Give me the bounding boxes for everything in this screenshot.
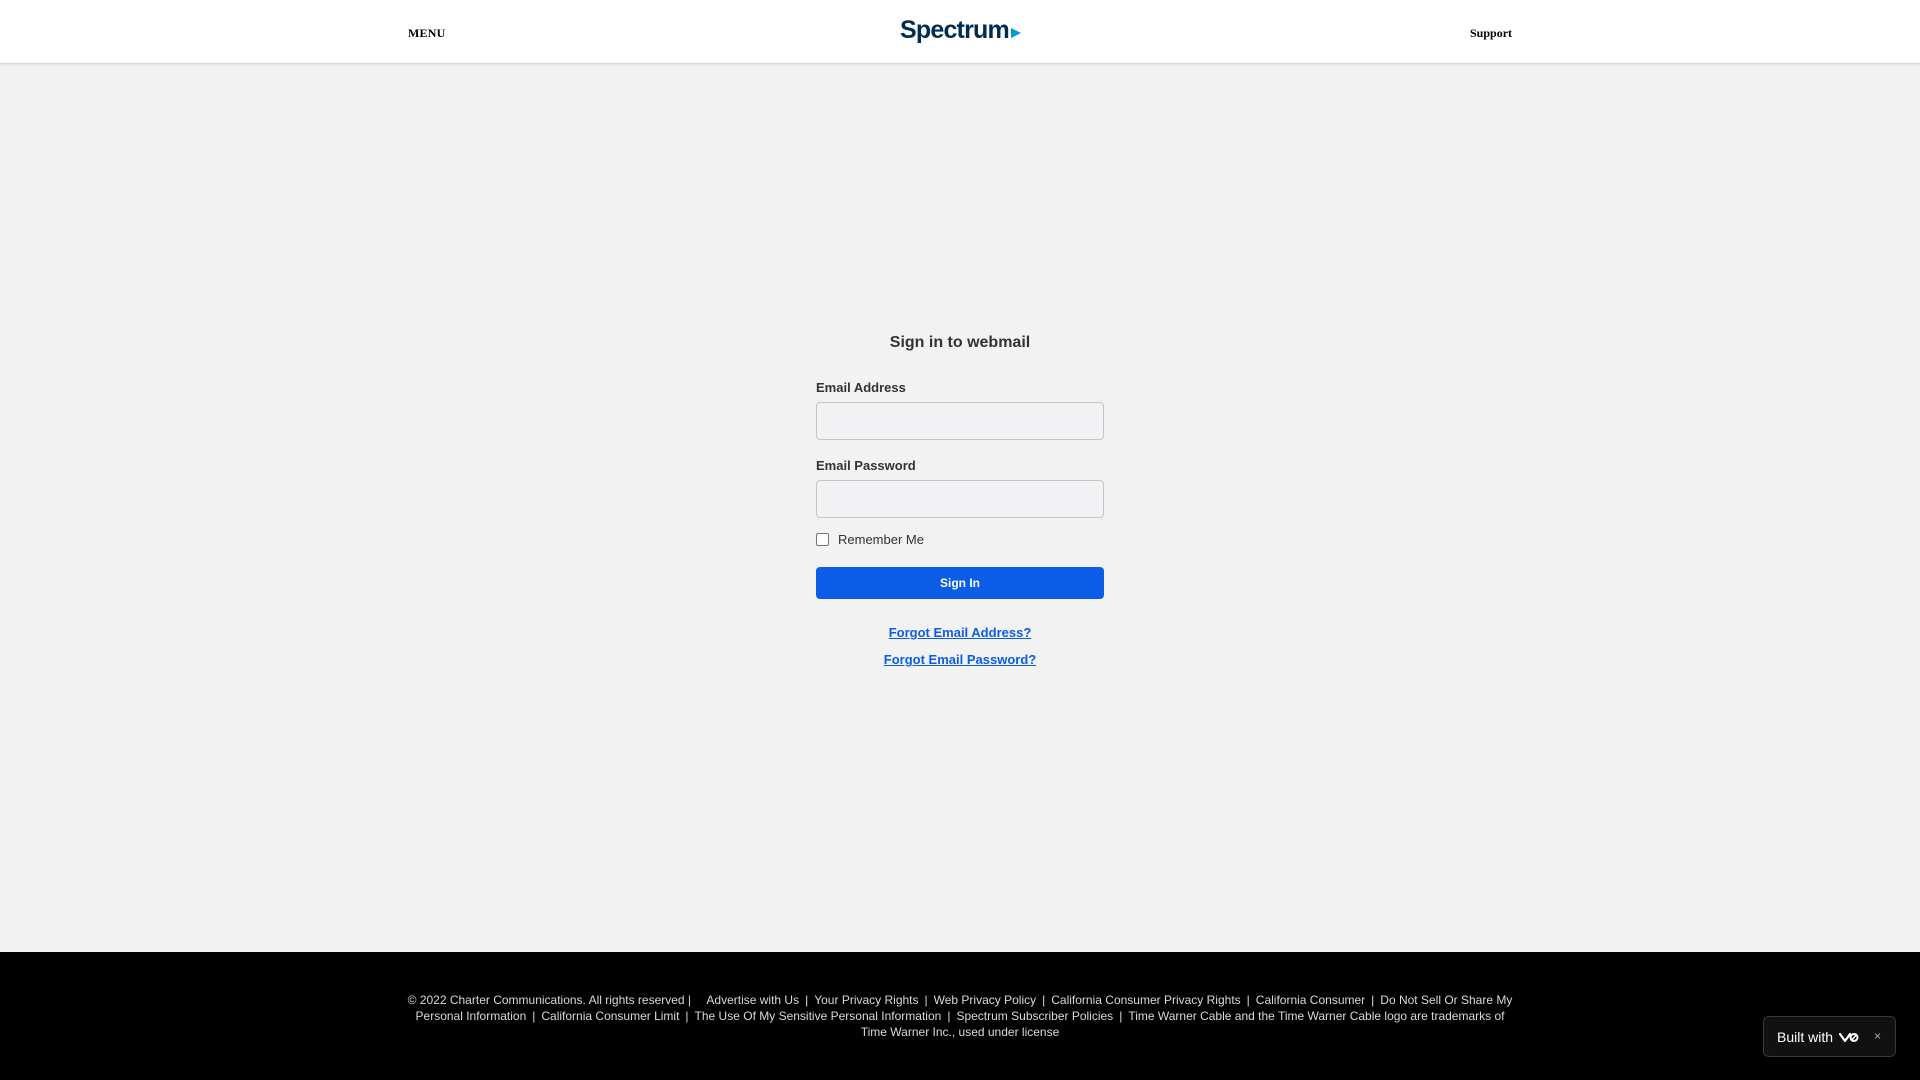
separator: | [532,1009,536,1023]
separator: | [947,1009,951,1023]
copyright-text: © 2022 Charter Communications. All right… [407,993,692,1007]
site-footer: © 2022 Charter Communications. All right… [0,952,1920,1080]
separator: | [805,993,809,1007]
footer-legal-text: © 2022 Charter Communications. All right… [404,992,1516,1040]
remember-me-label[interactable]: Remember Me [838,532,924,547]
spectrum-logo[interactable]: Spectrum [900,16,1022,45]
close-icon[interactable]: × [1874,1029,1881,1043]
separator: | [685,1009,689,1023]
forgot-email-link[interactable]: Forgot Email Address? [816,625,1104,640]
email-field[interactable] [816,402,1104,440]
page-title: Sign in to webmail [889,334,1031,351]
built-with-label: Built with [1777,1028,1834,1045]
site-header: MENU Spectrum Support [0,0,1920,64]
builder-logo-icon [1839,1031,1859,1043]
separator: | [1246,993,1250,1007]
footer-link-advertise[interactable]: Advertise with Us [706,993,799,1007]
separator: | [1119,1009,1123,1023]
forgot-password-link[interactable]: Forgot Email Password? [816,652,1104,667]
separator: | [924,993,928,1007]
menu-button[interactable]: MENU [408,26,445,41]
footer-link-california-consumer-limit[interactable]: California Consumer Limit [541,1009,679,1023]
footer-link-california-privacy-rights[interactable]: California Consumer Privacy Rights [1051,993,1240,1007]
footer-link-web-privacy-policy[interactable]: Web Privacy Policy [934,993,1036,1007]
separator [694,993,706,1007]
footer-link-subscriber-policies[interactable]: Spectrum Subscriber Policies [956,1009,1113,1023]
separator: | [1371,993,1375,1007]
footer-link-sensitive-info[interactable]: The Use Of My Sensitive Personal Informa… [695,1009,942,1023]
remember-me-row: Remember Me [816,532,1104,547]
footer-link-california-consumer[interactable]: California Consumer [1256,993,1365,1007]
separator: | [1042,993,1046,1007]
logo-arrow-icon [1010,27,1021,38]
password-field[interactable] [816,480,1104,518]
remember-me-checkbox[interactable] [816,533,829,546]
footer-link-privacy-rights[interactable]: Your Privacy Rights [814,993,918,1007]
email-label: Email Address [816,380,906,395]
logo-text: Spectrum [900,16,1010,44]
support-link[interactable]: Support [1470,26,1512,41]
signin-form: Sign in to webmail Email Address Email P… [816,334,1104,679]
built-with-badge[interactable]: Built with × [1763,1016,1896,1057]
sign-in-button[interactable]: Sign In [816,567,1104,599]
password-label: Email Password [816,458,916,473]
